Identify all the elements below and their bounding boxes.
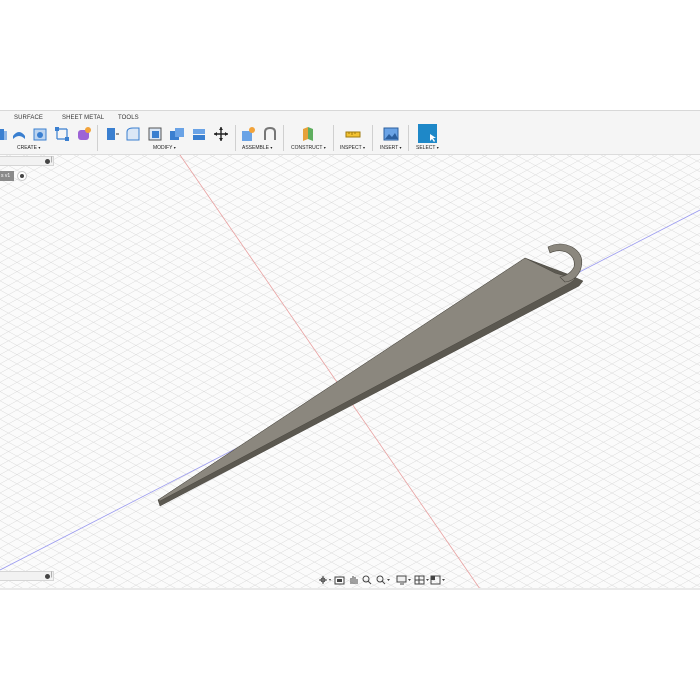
grid-line bbox=[260, 154, 700, 394]
grid-line bbox=[600, 154, 700, 209]
fillet-icon[interactable] bbox=[125, 126, 141, 142]
grid-line bbox=[617, 154, 700, 200]
grid-line bbox=[141, 154, 700, 458]
inspect-menu[interactable]: INSPECT ▾ bbox=[340, 145, 365, 151]
grid-line bbox=[0, 271, 586, 589]
part-top-face[interactable] bbox=[157, 257, 576, 502]
select-menu[interactable]: SELECT ▾ bbox=[416, 145, 439, 151]
comments-pin-icon[interactable] bbox=[45, 574, 50, 579]
grid-line bbox=[0, 529, 110, 589]
new-component-icon[interactable] bbox=[240, 126, 256, 142]
grid-line bbox=[0, 252, 620, 589]
construct-menu[interactable]: CONSTRUCT ▾ bbox=[291, 145, 326, 151]
browser-item[interactable]: s v1 bbox=[0, 171, 14, 181]
panel-divider: | bbox=[51, 157, 53, 163]
tab-sheet-metal[interactable]: SHEET METAL bbox=[62, 115, 104, 121]
grid-line bbox=[532, 154, 700, 246]
move-icon[interactable] bbox=[213, 126, 229, 142]
orbit-icon[interactable] bbox=[318, 572, 332, 584]
sketch-icon[interactable] bbox=[54, 126, 70, 142]
separator bbox=[283, 125, 284, 151]
grid-line bbox=[0, 299, 535, 589]
zoom-window-icon[interactable] bbox=[361, 572, 373, 585]
align-icon[interactable] bbox=[191, 126, 207, 142]
grid-line bbox=[277, 154, 700, 385]
tab-surface[interactable]: SURFACE bbox=[14, 115, 43, 121]
combine-icon[interactable] bbox=[169, 126, 185, 142]
viewports-icon[interactable] bbox=[430, 572, 446, 585]
form-icon[interactable] bbox=[76, 126, 92, 142]
insert-image-icon[interactable] bbox=[383, 126, 399, 142]
joint-icon[interactable] bbox=[262, 126, 278, 142]
display-settings-icon[interactable] bbox=[396, 572, 412, 585]
grid-line bbox=[0, 511, 144, 589]
status-strip bbox=[0, 588, 700, 590]
grid-line bbox=[0, 391, 365, 589]
grid-line bbox=[0, 483, 195, 589]
grid-line bbox=[0, 154, 335, 337]
modify-menu[interactable]: MODIFY ▾ bbox=[153, 145, 176, 151]
grid-line bbox=[175, 154, 700, 440]
comments-panel[interactable]: | bbox=[0, 571, 54, 581]
grid-line bbox=[685, 154, 700, 163]
grid-line bbox=[0, 437, 280, 589]
extrude-icon[interactable] bbox=[0, 126, 10, 142]
ground-grid bbox=[0, 154, 700, 589]
panel-divider: | bbox=[51, 572, 53, 578]
measure-icon[interactable] bbox=[345, 126, 361, 142]
grid-settings-icon[interactable] bbox=[414, 572, 430, 585]
grid-line bbox=[515, 154, 700, 256]
create-menu[interactable]: CREATE ▾ bbox=[17, 145, 40, 151]
separator bbox=[97, 125, 98, 151]
zoom-icon[interactable] bbox=[375, 572, 391, 585]
grid-line bbox=[0, 575, 25, 589]
insert-menu[interactable]: INSERT ▾ bbox=[380, 145, 402, 151]
tab-tools[interactable]: TOOLS bbox=[118, 115, 139, 121]
grid-line bbox=[430, 154, 700, 302]
grid-line bbox=[0, 154, 97, 208]
navigation-bar bbox=[318, 571, 446, 585]
toolbar: SURFACE SHEET METAL TOOLS CREATE ▾ MODIF… bbox=[0, 111, 700, 155]
separator bbox=[372, 125, 373, 151]
select-icon[interactable] bbox=[418, 124, 437, 143]
grid-line bbox=[192, 154, 700, 431]
canvas-viewport[interactable] bbox=[0, 154, 700, 589]
sweep-icon[interactable] bbox=[32, 126, 48, 142]
separator bbox=[408, 125, 409, 151]
grid-line bbox=[0, 154, 505, 429]
pan-icon[interactable] bbox=[348, 572, 360, 584]
revolve-icon[interactable] bbox=[11, 126, 27, 142]
grid-line bbox=[0, 154, 675, 521]
grid-line bbox=[226, 154, 700, 412]
separator bbox=[235, 125, 236, 151]
assemble-menu[interactable]: ASSEMBLE ▾ bbox=[242, 145, 272, 151]
fusion-window: SURFACE SHEET METAL TOOLS CREATE ▾ MODIF… bbox=[0, 110, 700, 589]
look-at-icon[interactable] bbox=[334, 572, 346, 585]
grid-line bbox=[481, 154, 700, 274]
browser-pin-icon[interactable] bbox=[45, 159, 50, 164]
press-pull-icon[interactable] bbox=[104, 126, 120, 142]
shell-icon[interactable] bbox=[147, 126, 163, 142]
offset-plane-icon[interactable] bbox=[300, 126, 316, 142]
grid-line bbox=[0, 154, 165, 245]
separator bbox=[333, 125, 334, 151]
radio-icon[interactable] bbox=[17, 171, 27, 181]
grid-line bbox=[651, 154, 700, 182]
grid-line bbox=[396, 154, 700, 320]
browser-panel-header[interactable]: | bbox=[0, 156, 54, 166]
grid-line bbox=[0, 455, 246, 589]
